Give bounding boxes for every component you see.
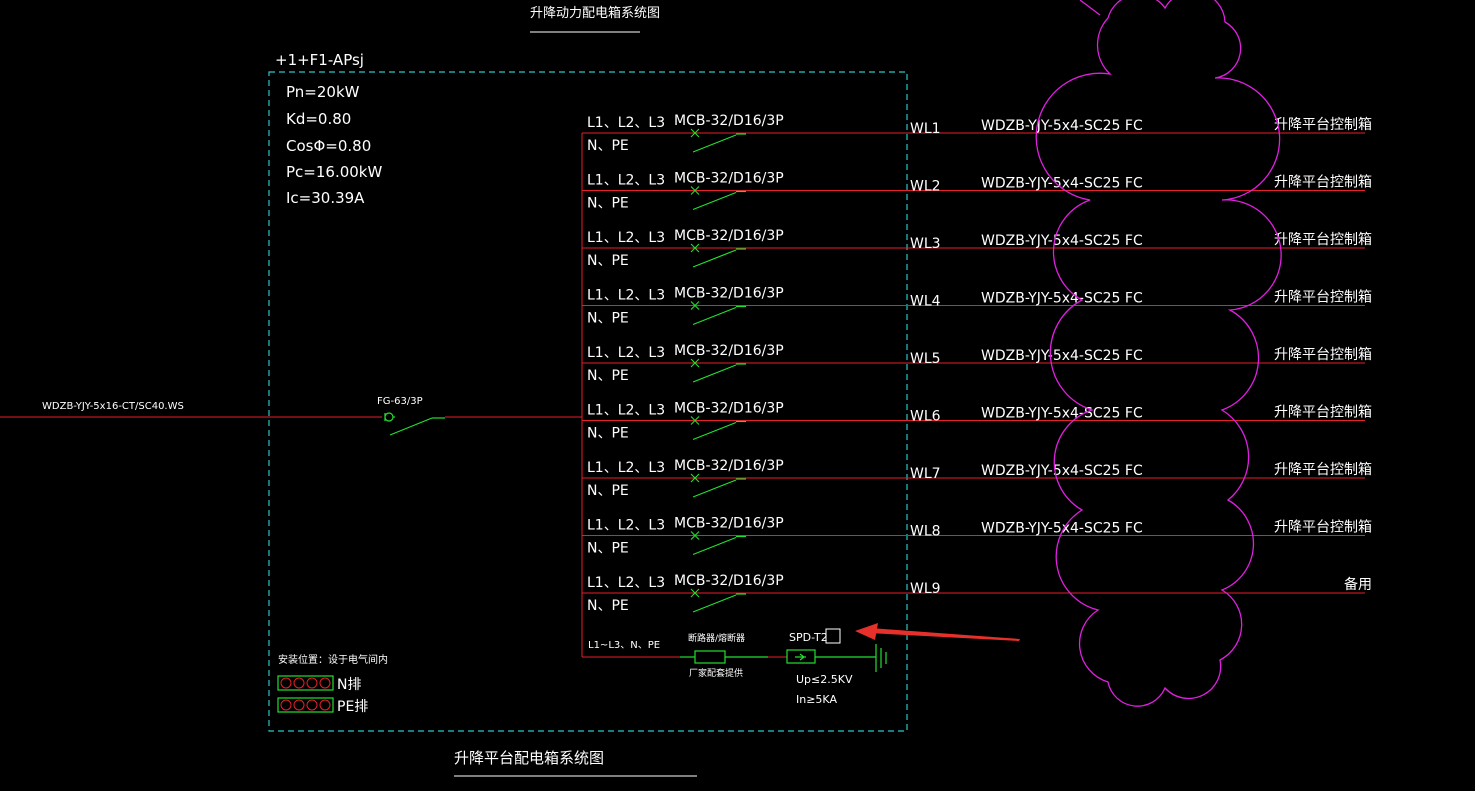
main-breaker-label: FG-63/3P <box>377 396 423 407</box>
circuit-np-label: N、PE <box>587 196 629 212</box>
param-pn: Pn=20kW <box>286 83 360 101</box>
spd-branch: L1~L3、N、PE 断路器/熔断器 厂家配套提供 SPD-T2 Up≤2.5K… <box>582 628 887 706</box>
top-title: 升降动力配电箱系统图 <box>530 5 660 21</box>
n-busbar <box>277 675 334 691</box>
param-pc: Pc=16.00kW <box>286 163 382 181</box>
circuit-np-label: N、PE <box>587 138 629 154</box>
circuit-id: WL5 <box>910 351 941 367</box>
param-ic: Ic=30.39A <box>286 189 365 207</box>
breaker-contact <box>692 594 737 613</box>
circuit-phase-label: L1、L2、L3 <box>587 345 665 361</box>
breaker-contact <box>692 191 737 211</box>
circuit-id: WL6 <box>910 409 941 425</box>
circuit-np-label: N、PE <box>587 426 629 442</box>
circuit-breaker-label: MCB-32/D16/3P <box>674 573 784 589</box>
main-breaker-symbol <box>384 412 445 436</box>
circuit-cable-label: WDZB-YJY-5x4-SC25 FC <box>981 406 1143 422</box>
circuit-destination: 升降平台控制箱 <box>1274 290 1372 306</box>
circuit-destination: 备用 <box>1344 576 1372 593</box>
circuit-breaker-label: MCB-32/D16/3P <box>674 228 784 244</box>
circuit-id: WL9 <box>910 581 941 597</box>
circuit-np-label: N、PE <box>587 541 629 557</box>
circuit-destination: 升降平台控制箱 <box>1274 347 1372 363</box>
circuit-destination: 升降平台控制箱 <box>1274 405 1372 421</box>
param-kd: Kd=0.80 <box>286 110 351 128</box>
circuit-np-label: N、PE <box>587 311 629 327</box>
circuit-breaker-label: MCB-32/D16/3P <box>674 286 784 302</box>
circuit-breaker-label: MCB-32/D16/3P <box>674 113 784 129</box>
spd-label: SPD-T2 <box>789 631 828 644</box>
circuit-phase-label: L1、L2、L3 <box>587 575 665 591</box>
breaker-contact <box>692 364 737 383</box>
circuit-destination: 升降平台控制箱 <box>1274 462 1372 478</box>
circuit-np-label: N、PE <box>587 598 629 614</box>
circuit-cable-label: WDZB-YJY-5x4-SC25 FC <box>981 291 1143 307</box>
install-note: 安装位置：设于电气间内 <box>278 653 388 666</box>
bottom-title: 升降平台配电箱系统图 <box>454 749 604 767</box>
red-arrow-annotation <box>855 623 1020 641</box>
spd-up-label: Up≤2.5KV <box>796 673 853 686</box>
circuit-destination: 升降平台控制箱 <box>1274 520 1372 536</box>
circuit-breaker-label: MCB-32/D16/3P <box>674 343 784 359</box>
circuit-destination: 升降平台控制箱 <box>1274 175 1372 191</box>
circuit-id: WL2 <box>910 179 941 195</box>
circuit-phase-label: L1、L2、L3 <box>587 115 665 131</box>
pe-busbar <box>277 697 334 713</box>
incoming-cable-label: WDZB-YJY-5x16-CT/SC40.WS <box>42 401 184 412</box>
spd-line-label: L1~L3、N、PE <box>588 640 660 651</box>
spd-in-label: In≥5KA <box>796 693 837 706</box>
diagram-canvas: 升降动力配电箱系统图 升降平台配电箱系统图 +1+F1-APsj Pn=20kW… <box>0 0 1372 777</box>
circuit-np-label: N、PE <box>587 253 629 269</box>
n-busbar-label: N排 <box>337 677 361 693</box>
circuit-id: WL7 <box>910 466 941 482</box>
circuit-phase-label: L1、L2、L3 <box>587 460 665 476</box>
breaker-contact <box>692 421 737 441</box>
circuit-cable-label: WDZB-YJY-5x4-SC25 FC <box>981 233 1143 249</box>
circuit-np-label: N、PE <box>587 483 629 499</box>
circuit-id: WL4 <box>910 294 941 310</box>
fuse-supplier-label: 厂家配套提供 <box>689 667 743 679</box>
circuit-id: WL8 <box>910 524 941 540</box>
circuit-cable-label: WDZB-YJY-5x4-SC25 FC <box>981 463 1143 479</box>
circuit-cable-label: WDZB-YJY-5x4-SC25 FC <box>981 521 1143 537</box>
box-id: +1+F1-APsj <box>275 51 364 69</box>
circuit-np-label: N、PE <box>587 368 629 384</box>
circuit-cable-label: WDZB-YJY-5x4-SC25 FC <box>981 348 1143 364</box>
breaker-contact <box>692 306 737 326</box>
circuit-phase-label: L1、L2、L3 <box>587 518 665 534</box>
pe-busbar-label: PE排 <box>337 699 368 715</box>
circuit-breaker-label: MCB-32/D16/3P <box>674 401 784 417</box>
load-parameters: Pn=20kW Kd=0.80 CosΦ=0.80 Pc=16.00kW Ic=… <box>286 83 382 207</box>
spd-tag-box <box>825 628 841 644</box>
breaker-contact <box>692 249 737 268</box>
circuit-breaker-label: MCB-32/D16/3P <box>674 516 784 532</box>
circuit-phase-label: L1、L2、L3 <box>587 230 665 246</box>
circuit-id: WL1 <box>910 121 941 137</box>
breaker-contact <box>692 134 737 153</box>
circuit-destination: 升降平台控制箱 <box>1274 232 1372 248</box>
circuit-phase-label: L1、L2、L3 <box>587 173 665 189</box>
breaker-contact <box>692 479 737 498</box>
circuit-destination: 升降平台控制箱 <box>1274 117 1372 133</box>
param-cosphi: CosΦ=0.80 <box>286 137 371 155</box>
circuit-phase-label: L1、L2、L3 <box>587 288 665 304</box>
circuit-id: WL3 <box>910 236 941 252</box>
circuit-breaker-label: MCB-32/D16/3P <box>674 458 784 474</box>
circuit-phase-label: L1、L2、L3 <box>587 403 665 419</box>
breaker-contact <box>692 536 737 556</box>
fuse-label: 断路器/熔断器 <box>688 632 745 644</box>
fuse-symbol <box>694 650 726 664</box>
circuit-cable-label: WDZB-YJY-5x4-SC25 FC <box>981 118 1143 134</box>
circuit-breaker-label: MCB-32/D16/3P <box>674 171 784 187</box>
